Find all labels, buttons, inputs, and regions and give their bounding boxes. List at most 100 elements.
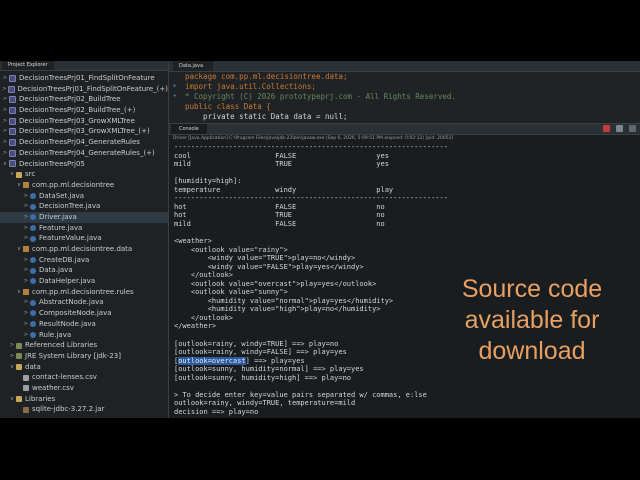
tree-item[interactable]: v Libraries <box>0 394 168 405</box>
chevron-right-icon[interactable]: > <box>23 330 29 341</box>
tree-item[interactable]: > DecisionTreesPrj01_FindSplitOnFeature <box>0 73 168 84</box>
chevron-right-icon[interactable]: > <box>23 308 29 319</box>
java-file-icon <box>30 310 36 317</box>
console-text: ] ==> play=yes <box>245 356 305 365</box>
code-text: * Copyright (C) 2026 prototypeprj.com - … <box>185 92 456 101</box>
tree-item-label: Feature.java <box>39 223 83 232</box>
folder-icon <box>16 363 22 370</box>
code-editor[interactable]: Data.java package com.pp.ml.decisiontree… <box>169 61 640 123</box>
chevron-right-icon[interactable]: > <box>23 191 29 202</box>
tree-item[interactable]: sqlite-jdbc-3.27.2.jar <box>0 404 168 415</box>
tree-item[interactable]: > Rule.java <box>0 330 168 341</box>
fold-expand-icon[interactable]: + <box>173 82 177 92</box>
tree-item-label: sqlite-jdbc-3.27.2.jar <box>32 405 105 414</box>
tree-item[interactable]: > Referenced Libraries <box>0 340 168 351</box>
tree-item[interactable]: v com.pp.ml.decisiontree <box>0 180 168 191</box>
tab-project-explorer[interactable]: Project Explorer <box>2 61 54 70</box>
tree-item-label: DecisionTreesPrj05 <box>19 159 85 168</box>
remove-launch-icon[interactable] <box>616 125 623 132</box>
tree-item[interactable]: > DecisionTreesPrj04_GenerateRules_(+) <box>0 148 168 159</box>
tree-item[interactable]: > Data.java <box>0 265 168 276</box>
chevron-right-icon[interactable]: > <box>2 137 8 148</box>
tree-item[interactable]: > JRE System Library [jdk-23] <box>0 351 168 362</box>
tree-item-label: ResultNode.java <box>39 319 96 328</box>
chevron-right-icon[interactable]: > <box>9 351 15 362</box>
chevron-right-icon[interactable]: > <box>23 297 29 308</box>
tree-item[interactable]: > DataSet.java <box>0 191 168 202</box>
java-file-icon <box>30 203 36 210</box>
chevron-right-icon[interactable]: > <box>2 116 8 127</box>
tree-item[interactable]: v DecisionTreesPrj05 <box>0 159 168 170</box>
chevron-right-icon[interactable]: > <box>23 201 29 212</box>
chevron-right-icon[interactable]: > <box>9 340 15 351</box>
chevron-down-icon[interactable]: v <box>9 394 15 405</box>
chevron-down-icon[interactable]: v <box>2 159 8 170</box>
letterbox-top <box>0 0 640 61</box>
chevron-down-icon[interactable]: v <box>9 169 15 180</box>
console-line: > To decide enter key=value pairs separa… <box>174 390 427 399</box>
tree-item[interactable]: > DecisionTreesPrj02_BuildTree <box>0 94 168 105</box>
tree-item[interactable]: > CompositeNode.java <box>0 308 168 319</box>
tree-item[interactable]: > ResultNode.java <box>0 319 168 330</box>
tree-item-label: DecisionTreesPrj01_FindSplitOnFeature_(+… <box>17 84 168 93</box>
tree-item-label: DecisionTreesPrj04_GenerateRules_(+) <box>19 148 155 157</box>
jar-file-icon <box>23 406 29 413</box>
tree-item[interactable]: > FeatureValue.java <box>0 233 168 244</box>
chevron-right-icon[interactable]: > <box>23 276 29 287</box>
pin-console-icon[interactable] <box>629 125 636 132</box>
chevron-right-icon[interactable]: > <box>2 84 7 95</box>
tree-item[interactable]: > DecisionTreesPrj03_GrowXMLTree_(+) <box>0 126 168 137</box>
java-file-icon <box>30 321 36 328</box>
chevron-right-icon[interactable]: > <box>23 223 29 234</box>
chevron-right-icon[interactable]: > <box>2 105 8 116</box>
tree-item[interactable]: > DecisionTreesPrj04_GenerateRules <box>0 137 168 148</box>
tree-item[interactable]: > DecisionTree.java <box>0 201 168 212</box>
tree-item[interactable]: > Feature.java <box>0 223 168 234</box>
chevron-down-icon[interactable]: v <box>16 244 22 255</box>
code-line: private static Data data = null; <box>169 112 640 122</box>
code-line: + * Copyright (C) 2026 prototypeprj.com -… <box>169 92 640 102</box>
tree-item[interactable]: > CreateDB.java <box>0 255 168 266</box>
chevron-right-icon[interactable]: > <box>2 94 8 105</box>
code-line: + import java.util.Collections; <box>169 82 640 92</box>
tree-item[interactable]: v data <box>0 362 168 373</box>
tree-item[interactable]: v com.pp.ml.decisiontree.rules <box>0 287 168 298</box>
tree-item[interactable]: > Driver.java <box>0 211 168 223</box>
chevron-right-icon[interactable]: > <box>23 255 29 266</box>
code-text: public class Data { <box>185 102 271 111</box>
console-tab-bar: Console <box>169 124 640 135</box>
tab-console[interactable]: Console <box>171 124 207 134</box>
chevron-right-icon[interactable]: > <box>2 126 8 137</box>
chevron-down-icon[interactable]: v <box>16 287 22 298</box>
folder-icon <box>16 395 22 402</box>
fold-expand-icon[interactable]: + <box>173 92 177 102</box>
tree-item[interactable]: contact-lenses.csv <box>0 372 168 383</box>
tree-item-label: DecisionTreesPrj03_GrowXMLTree_(+) <box>19 127 150 136</box>
chevron-right-icon[interactable]: > <box>23 265 29 276</box>
promo-line: Source code <box>461 275 603 303</box>
chevron-right-icon[interactable]: > <box>2 148 8 159</box>
console-line: <windy value="FALSE">play=yes</windy> <box>174 262 364 271</box>
tab-data-java[interactable]: Data.java <box>173 61 214 71</box>
chevron-right-icon[interactable]: > <box>2 73 8 84</box>
java-file-icon <box>30 192 36 199</box>
chevron-right-icon[interactable]: > <box>23 319 29 330</box>
tree-item[interactable]: > DataHelper.java <box>0 276 168 287</box>
chevron-down-icon[interactable]: v <box>9 362 15 373</box>
tree-item[interactable]: v com.pp.ml.decisiontree.data <box>0 244 168 255</box>
java-file-icon <box>30 299 36 306</box>
tree-item[interactable]: > AbstractNode.java <box>0 297 168 308</box>
java-file-icon <box>30 257 36 264</box>
chevron-right-icon[interactable]: > <box>23 212 29 223</box>
tree-item-label: JRE System Library [jdk-23] <box>25 351 121 360</box>
tree-item[interactable]: > DecisionTreesPrj01_FindSplitOnFeature_(… <box>0 84 168 95</box>
tree-item[interactable]: > DecisionTreesPrj03_GrowXMLTree <box>0 116 168 127</box>
code-area[interactable]: package com.pp.ml.decisiontree.data; + imp… <box>169 72 640 122</box>
tree-item[interactable]: > DecisionTreesPrj02_BuildTree_(+) <box>0 105 168 116</box>
chevron-down-icon[interactable]: v <box>16 180 22 191</box>
chevron-right-icon[interactable]: > <box>23 233 29 244</box>
tree-item[interactable]: v src <box>0 169 168 180</box>
tree-item[interactable]: weather.csv <box>0 383 168 394</box>
terminate-icon[interactable] <box>603 125 610 132</box>
